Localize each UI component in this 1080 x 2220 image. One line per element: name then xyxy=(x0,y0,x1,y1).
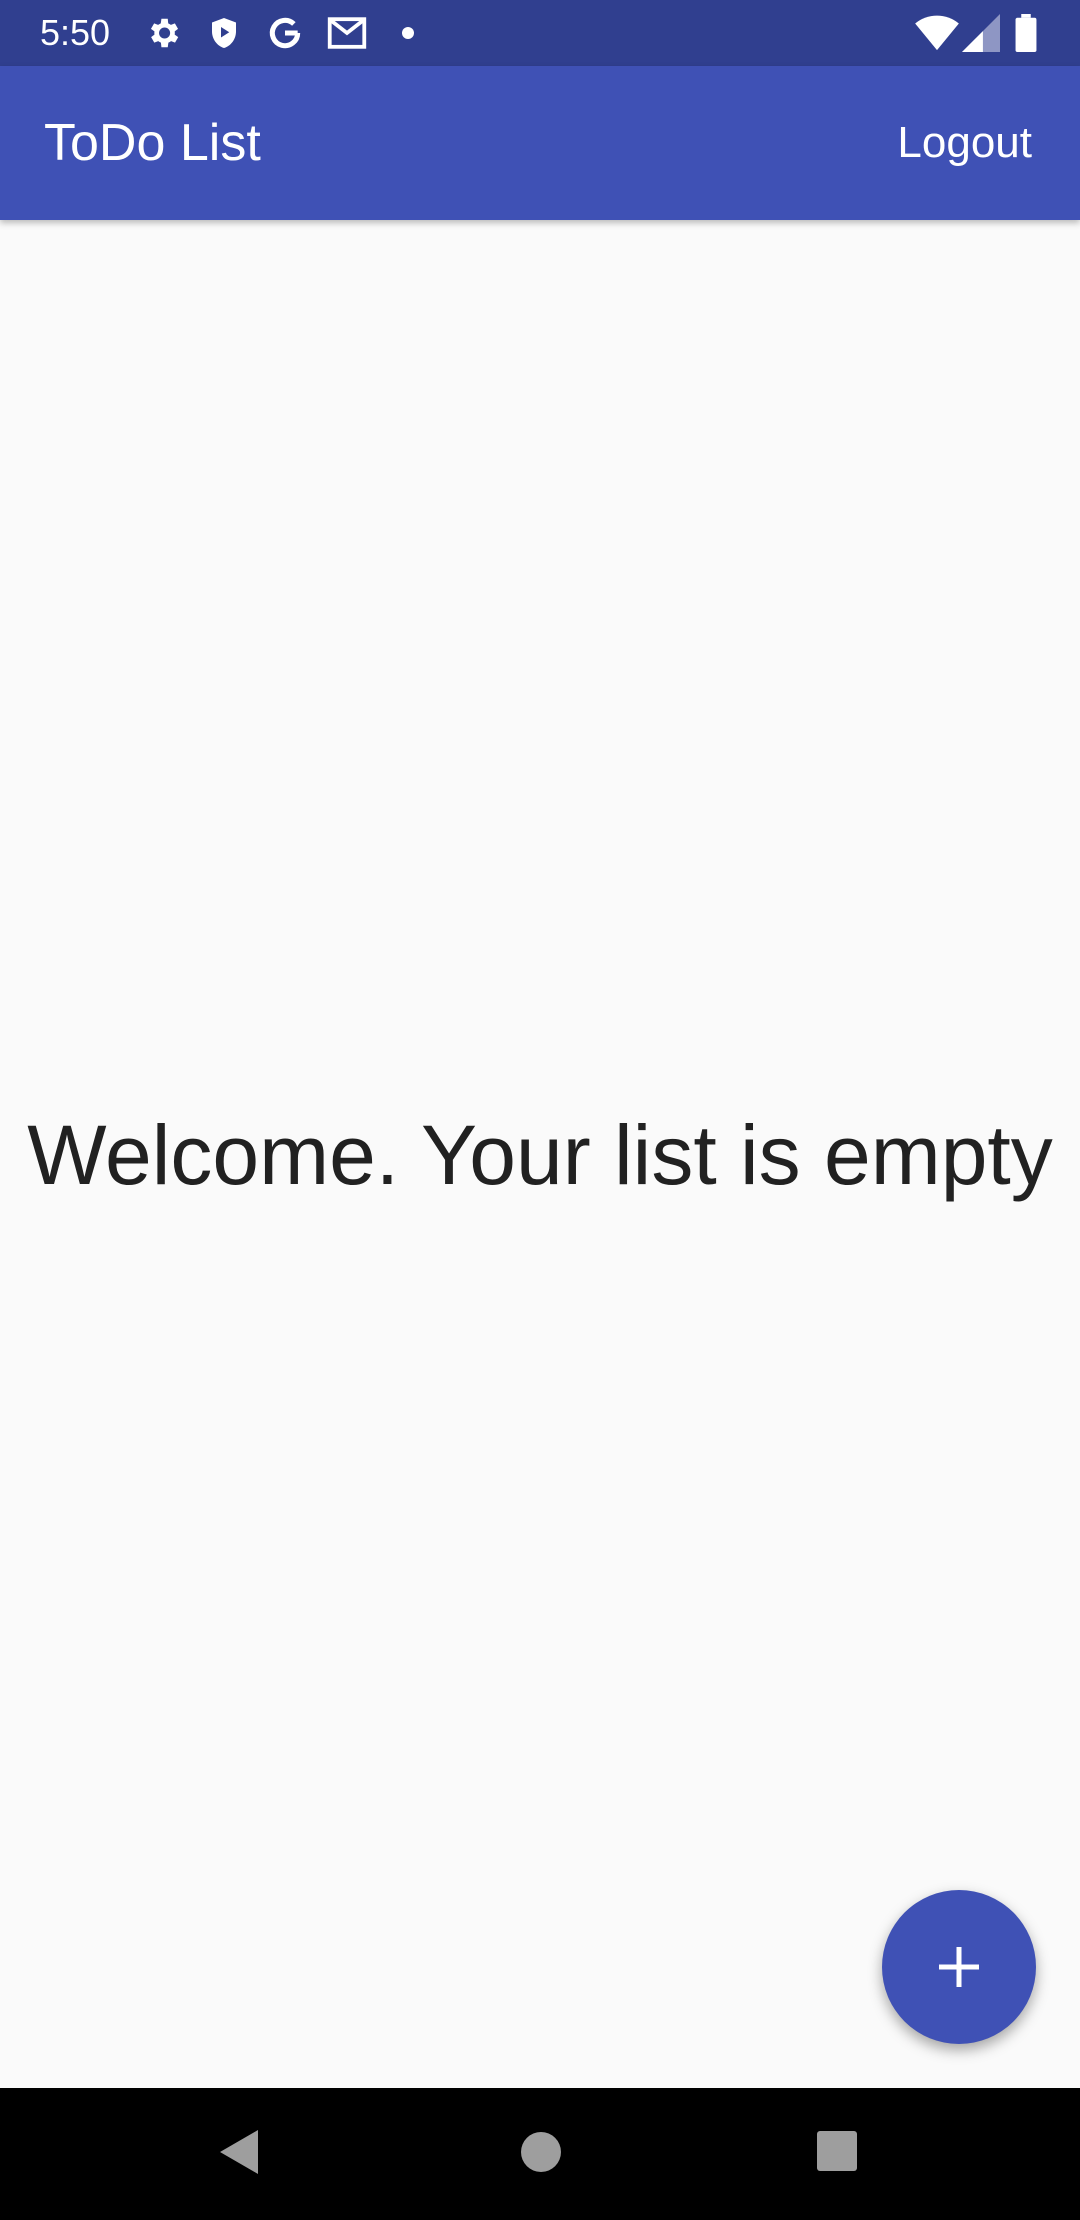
add-item-button[interactable] xyxy=(882,1890,1036,2044)
empty-state-message: Welcome. Your list is empty xyxy=(27,1108,1053,1202)
app-bar: ToDo List Logout xyxy=(0,66,1080,220)
logout-button[interactable]: Logout xyxy=(897,66,1032,220)
status-time: 5:50 xyxy=(40,12,111,53)
back-icon[interactable] xyxy=(218,2128,260,2176)
battery-icon xyxy=(1015,14,1037,52)
wifi-icon xyxy=(915,15,959,51)
shield-play-icon xyxy=(212,18,236,48)
plus-icon xyxy=(939,1947,979,1987)
gear-icon xyxy=(150,18,179,48)
recents-icon[interactable] xyxy=(816,2128,858,2176)
home-icon[interactable] xyxy=(520,2128,562,2176)
notification-dot-icon xyxy=(402,27,414,39)
google-g-icon xyxy=(269,17,301,49)
signal-icon xyxy=(962,14,1000,52)
gmail-icon xyxy=(327,17,367,49)
status-bar: 5:50 xyxy=(0,0,1080,66)
app-title: ToDo List xyxy=(44,114,261,172)
